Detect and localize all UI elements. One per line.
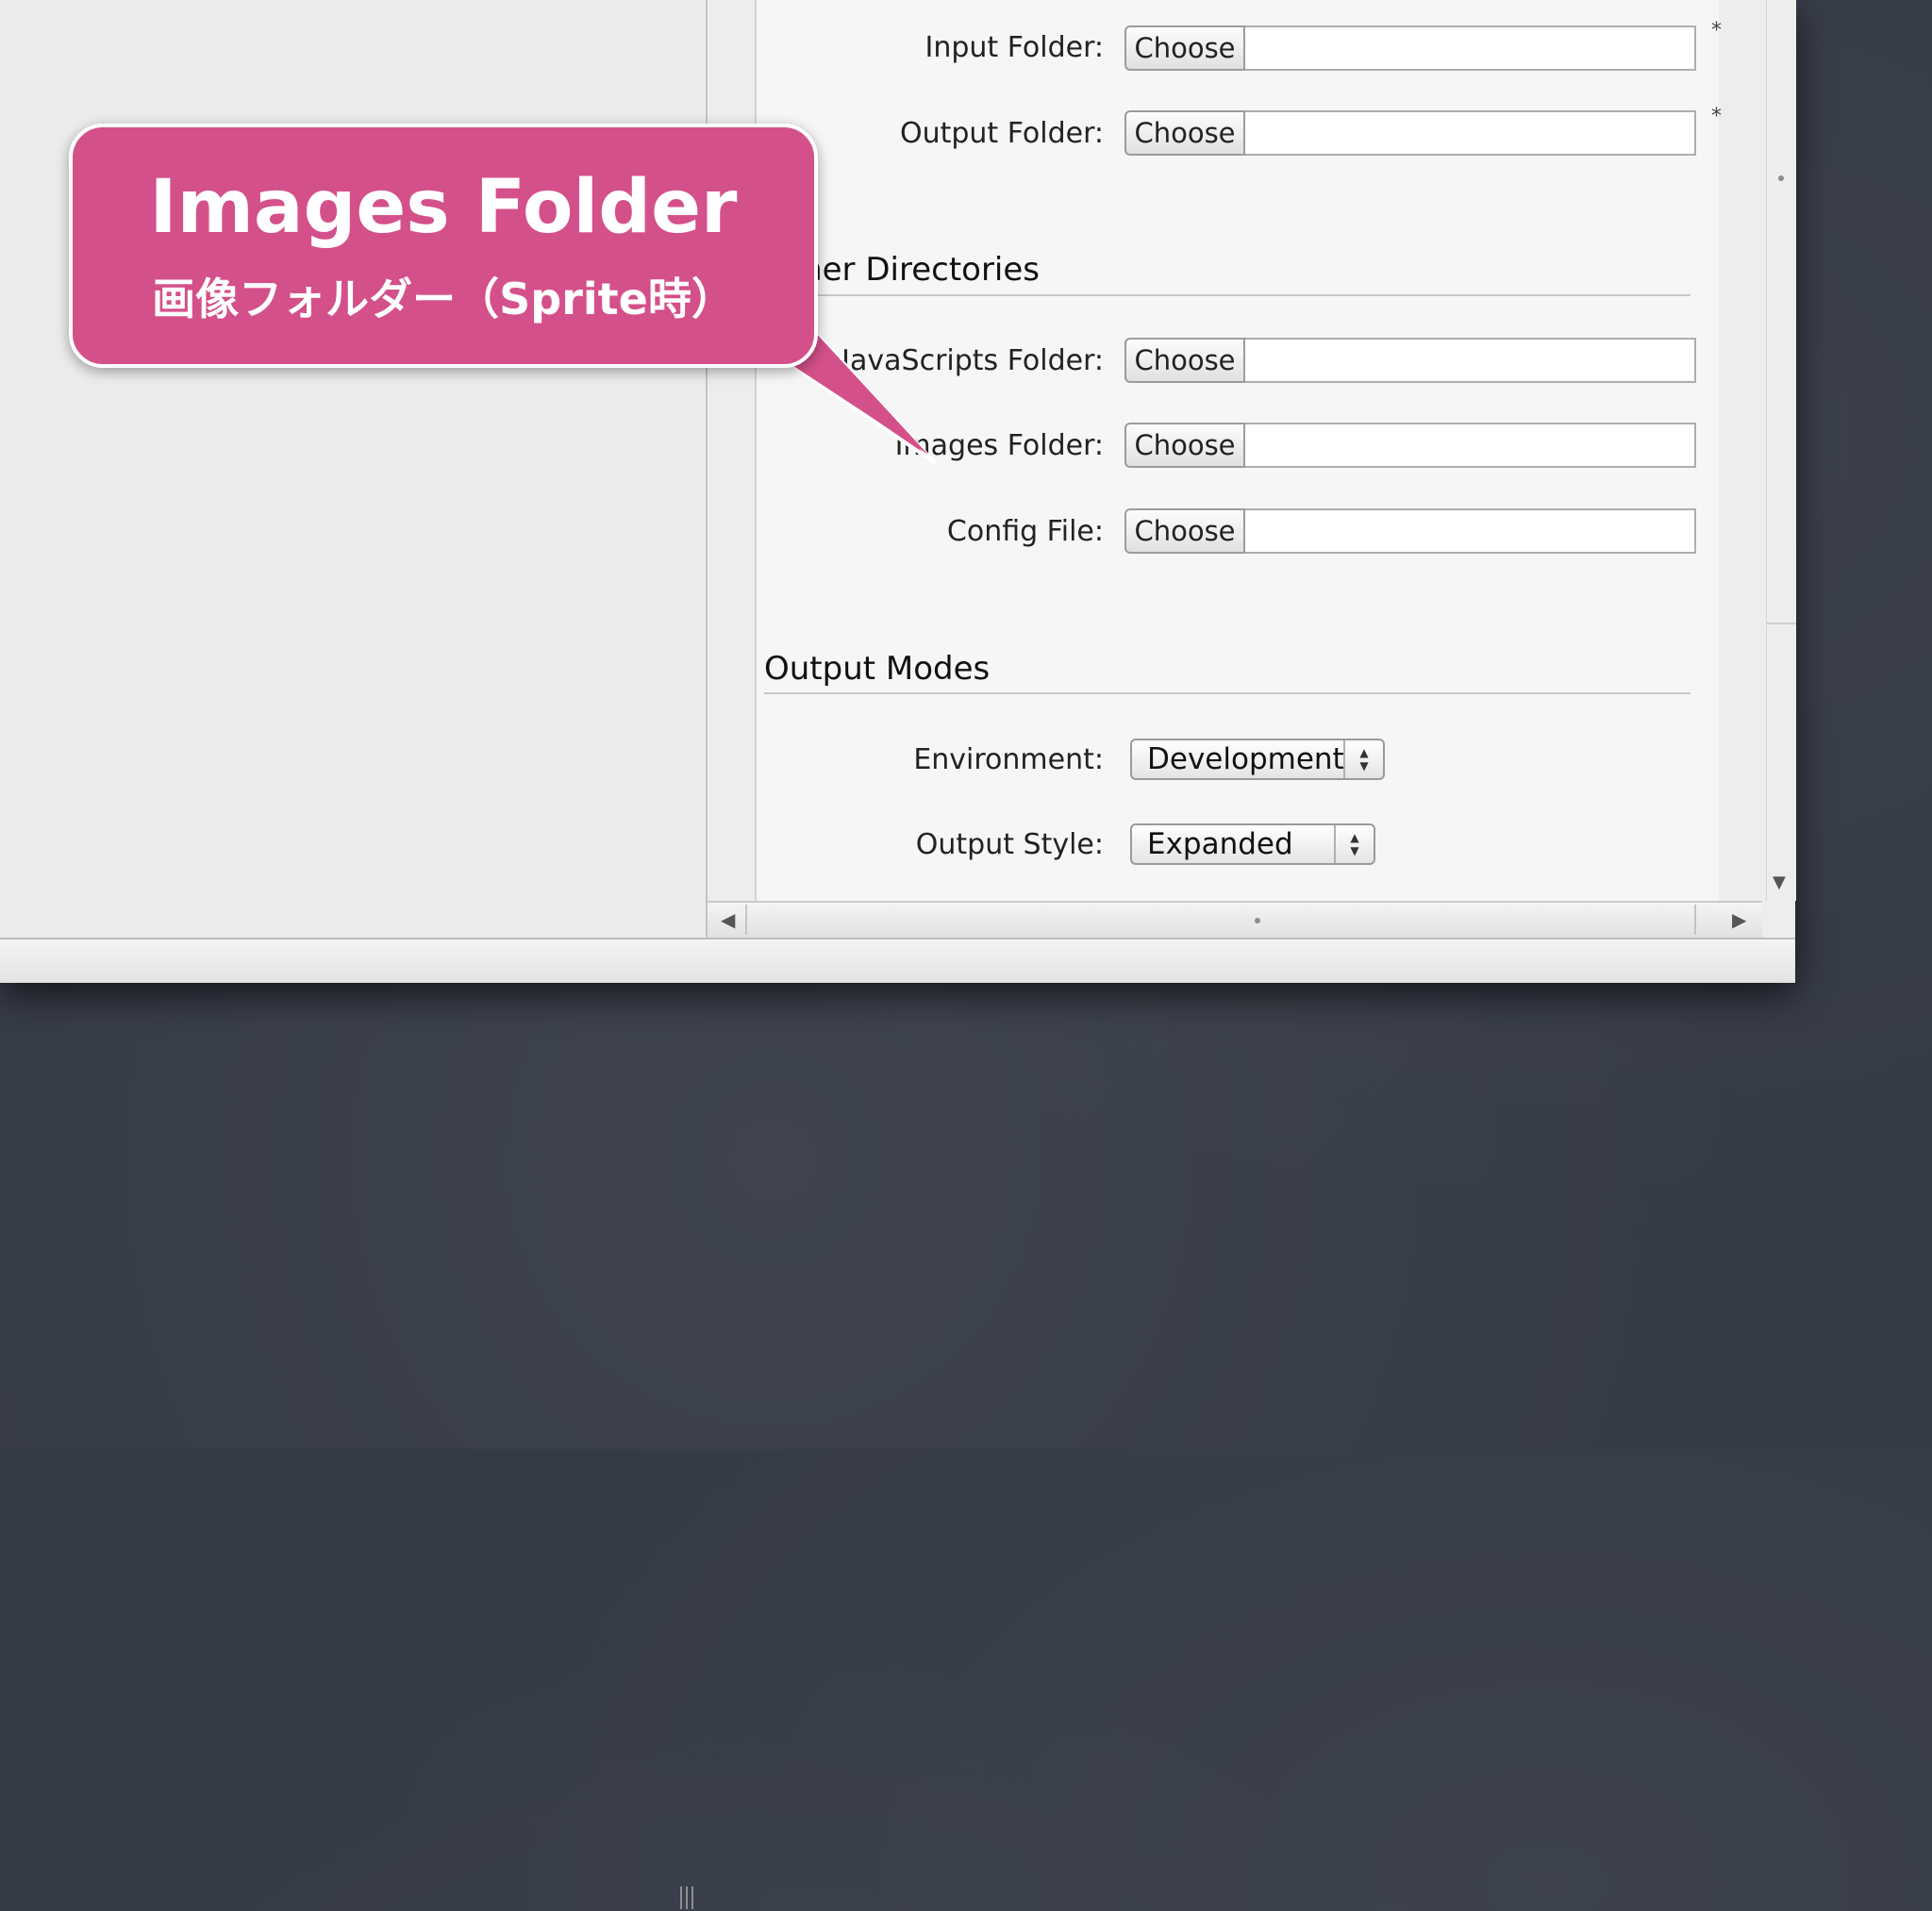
images-folder-path-field[interactable] [1245,423,1696,468]
images-folder-choose-button[interactable]: Choose [1124,423,1245,468]
javascripts-folder-choose-button[interactable]: Choose [1124,338,1245,383]
output-style-select[interactable]: Expanded ▲ ▼ [1130,823,1375,865]
images-folder-label: Images Folder: [894,429,1104,462]
callout-subtitle: 画像フォルダー（Sprite時） [152,274,735,324]
output-style-select-value: Expanded [1147,827,1293,861]
input-folder-path-field[interactable] [1245,25,1696,71]
callout-box: Images Folder 画像フォルダー（Sprite時） [69,124,818,368]
config-file-choose-button[interactable]: Choose [1124,508,1245,554]
triangle-right-icon[interactable]: ▶ [1732,908,1746,931]
config-file-path-field[interactable] [1245,508,1696,554]
scroll-position-dot [1778,175,1784,181]
output-folder-required-mark: * [1711,105,1722,128]
config-file-label: Config File: [946,515,1104,548]
triangle-left-icon[interactable]: ◀ [721,908,735,931]
output-modes-divider [764,692,1690,694]
environment-select[interactable]: Development ▲ ▼ [1130,739,1385,780]
scrollbar-thumb-edge [1767,623,1796,624]
input-folder-choose-button[interactable]: Choose [1124,25,1245,71]
output-folder-path-field[interactable] [1245,110,1696,156]
vertical-scrollbar[interactable]: ▼ [1766,0,1796,901]
output-folder-choose-button[interactable]: Choose [1124,110,1245,156]
stepper-arrows-icon: ▲ ▼ [1343,740,1383,778]
horizontal-scrollbar[interactable]: ◀ ▶ [708,901,1762,939]
javascripts-folder-path-field[interactable] [1245,338,1696,383]
right-pane: Input Folder: Choose * Output Folder: Ch… [708,0,1796,939]
horizontal-scroll-track[interactable] [745,905,1696,935]
triangle-down-icon[interactable]: ▼ [1773,872,1786,892]
environment-select-value: Development [1147,742,1344,776]
environment-label: Environment: [913,743,1104,776]
input-folder-label: Input Folder: [924,31,1104,64]
output-modes-title: Output Modes [764,650,991,688]
output-style-label: Output Style: [915,828,1104,861]
stepper-arrows-icon: ▲ ▼ [1334,825,1374,863]
split-grip-icon[interactable] [675,1886,698,1911]
input-folder-required-mark: * [1711,19,1722,42]
window-bottom-bar [0,938,1795,1909]
callout-title: Images Folder [149,165,738,250]
other-directories-divider [764,294,1690,296]
scroll-position-dot [1255,918,1260,923]
settings-content: Input Folder: Choose * Output Folder: Ch… [755,0,1722,901]
